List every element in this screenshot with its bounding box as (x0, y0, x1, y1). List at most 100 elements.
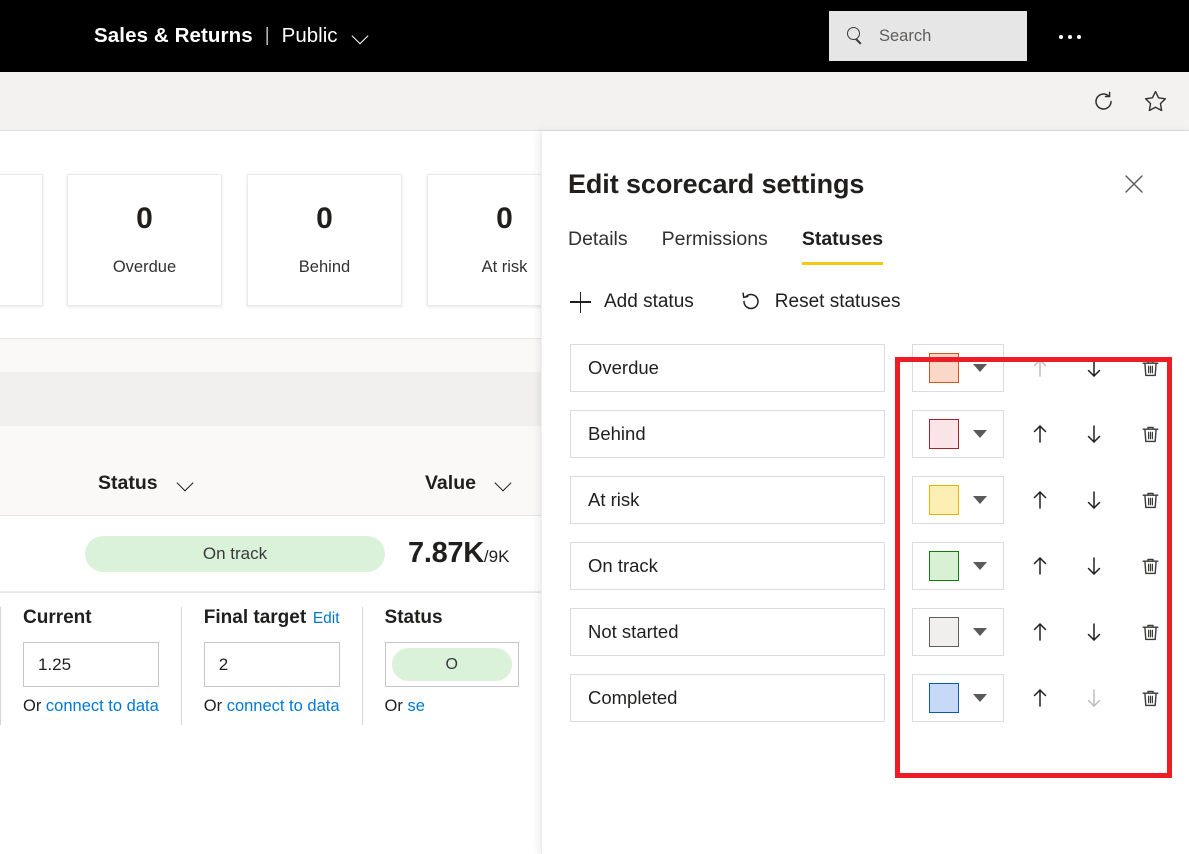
table-row[interactable]: On track 7.87K /9K (0, 516, 541, 592)
or-text: Or (384, 697, 408, 715)
scorecard-main-content: 0 Overdue 0 Behind 0 At risk Status Valu… (0, 131, 541, 854)
status-color-picker[interactable] (912, 608, 1004, 656)
tab-permissions[interactable]: Permissions (662, 228, 768, 265)
color-swatch (929, 551, 959, 581)
edit-scorecard-settings-panel: Edit scorecard settings Details Permissi… (541, 131, 1189, 854)
or-text: Or (23, 697, 46, 715)
command-bar-actions (1087, 72, 1171, 130)
delete-status-button[interactable] (1128, 478, 1172, 522)
final-target-input[interactable] (203, 642, 340, 687)
search-placeholder: Search (879, 26, 932, 45)
connect-to-data-link[interactable]: connect to data (46, 697, 159, 715)
summary-card-label: Overdue (112, 257, 177, 276)
add-status-button[interactable]: Add status (570, 291, 694, 313)
chevron-down-icon[interactable] (494, 477, 514, 491)
editor-field-status: Status O Or se (361, 607, 541, 725)
summary-card-value: 0 (136, 201, 153, 235)
delete-status-button[interactable] (1128, 610, 1172, 654)
editor-field-label: Current (23, 607, 92, 628)
move-down-button[interactable] (1072, 412, 1116, 456)
color-swatch (929, 485, 959, 515)
status-color-picker[interactable] (912, 410, 1004, 458)
column-header-value[interactable]: Value (425, 472, 514, 495)
status-name-input[interactable] (570, 410, 885, 458)
tab-details[interactable]: Details (568, 228, 628, 265)
dot (1059, 35, 1063, 39)
move-up-button[interactable] (1018, 544, 1062, 588)
breadcrumb: Sales & Returns | Public (94, 24, 373, 48)
edit-link[interactable]: Edit (313, 610, 340, 628)
summary-card[interactable] (0, 174, 43, 306)
tab-statuses[interactable]: Statuses (801, 228, 884, 265)
workspace-name: Public (281, 24, 338, 47)
statuses-toolbar: Add status Reset statuses (570, 291, 1189, 313)
status-name-input[interactable] (570, 542, 885, 590)
caret-down-icon (973, 628, 987, 636)
caret-down-icon (973, 364, 987, 372)
summary-card-overdue[interactable]: 0 Overdue (67, 174, 222, 306)
chevron-down-icon[interactable] (351, 25, 373, 47)
metric-value-current: 7.87K (408, 537, 484, 569)
status-badge: O (391, 648, 512, 681)
status-badge[interactable]: On track (85, 535, 385, 572)
move-up-button[interactable] (1018, 610, 1062, 654)
editor-field-hint: Or se (385, 697, 519, 716)
connect-to-data-link[interactable]: connect to data (227, 697, 340, 715)
move-up-button[interactable] (1018, 478, 1062, 522)
status-name-input[interactable] (570, 344, 885, 392)
status-color-picker[interactable] (912, 476, 1004, 524)
breadcrumb-separator: | (264, 25, 270, 46)
move-down-button[interactable] (1072, 346, 1116, 390)
move-down-button[interactable] (1072, 544, 1116, 588)
report-title: Sales & Returns (94, 24, 253, 47)
move-down-button[interactable] (1072, 610, 1116, 654)
delete-status-button[interactable] (1128, 676, 1172, 720)
delete-status-button[interactable] (1128, 544, 1172, 588)
move-down-button[interactable] (1072, 478, 1116, 522)
search-icon (847, 27, 865, 45)
chevron-down-icon[interactable] (176, 477, 196, 491)
editor-field-header: Current (23, 607, 159, 629)
current-value-input[interactable] (23, 642, 159, 687)
reset-statuses-button[interactable]: Reset statuses (740, 291, 900, 313)
move-up-button[interactable] (1018, 412, 1062, 456)
status-row (570, 467, 1189, 533)
color-swatch (929, 617, 959, 647)
caret-down-icon (973, 562, 987, 570)
status-row (570, 665, 1189, 731)
plus-icon (570, 291, 591, 313)
move-down-button (1072, 676, 1116, 720)
status-color-picker[interactable] (912, 674, 1004, 722)
summary-card-behind[interactable]: 0 Behind (247, 174, 402, 306)
or-text: Or (203, 697, 227, 715)
delete-status-button[interactable] (1128, 412, 1172, 456)
search-input[interactable]: Search (829, 11, 1027, 61)
status-color-picker[interactable] (912, 344, 1004, 392)
status-row (570, 401, 1189, 467)
editor-field-current: Current Or connect to data (0, 607, 181, 725)
status-color-picker[interactable] (912, 542, 1004, 590)
toolbar-band (0, 372, 541, 426)
move-up-button[interactable] (1018, 676, 1062, 720)
color-swatch (929, 683, 959, 713)
status-name-input[interactable] (570, 476, 885, 524)
status-select[interactable]: O (384, 642, 519, 687)
editor-field-hint: Or connect to data (204, 697, 340, 716)
ellipsis-icon[interactable] (1052, 27, 1088, 47)
dot (1077, 35, 1081, 39)
summary-card-label: At risk (481, 257, 528, 276)
status-name-input[interactable] (570, 674, 885, 722)
reset-icon (740, 291, 762, 313)
close-icon[interactable] (1119, 169, 1149, 199)
filter-band (0, 339, 541, 372)
column-header-status[interactable]: Status (98, 472, 196, 495)
summary-card-at-risk[interactable]: 0 At risk (427, 174, 541, 306)
star-icon[interactable] (1139, 85, 1171, 117)
panel-tabs: Details Permissions Statuses (568, 228, 1189, 265)
status-name-input[interactable] (570, 608, 885, 656)
editor-field-header: Status (385, 607, 519, 629)
editor-field-hint: Or connect to data (23, 697, 159, 716)
refresh-icon[interactable] (1087, 85, 1119, 117)
select-status-link[interactable]: se (407, 697, 424, 715)
delete-status-button[interactable] (1128, 346, 1172, 390)
